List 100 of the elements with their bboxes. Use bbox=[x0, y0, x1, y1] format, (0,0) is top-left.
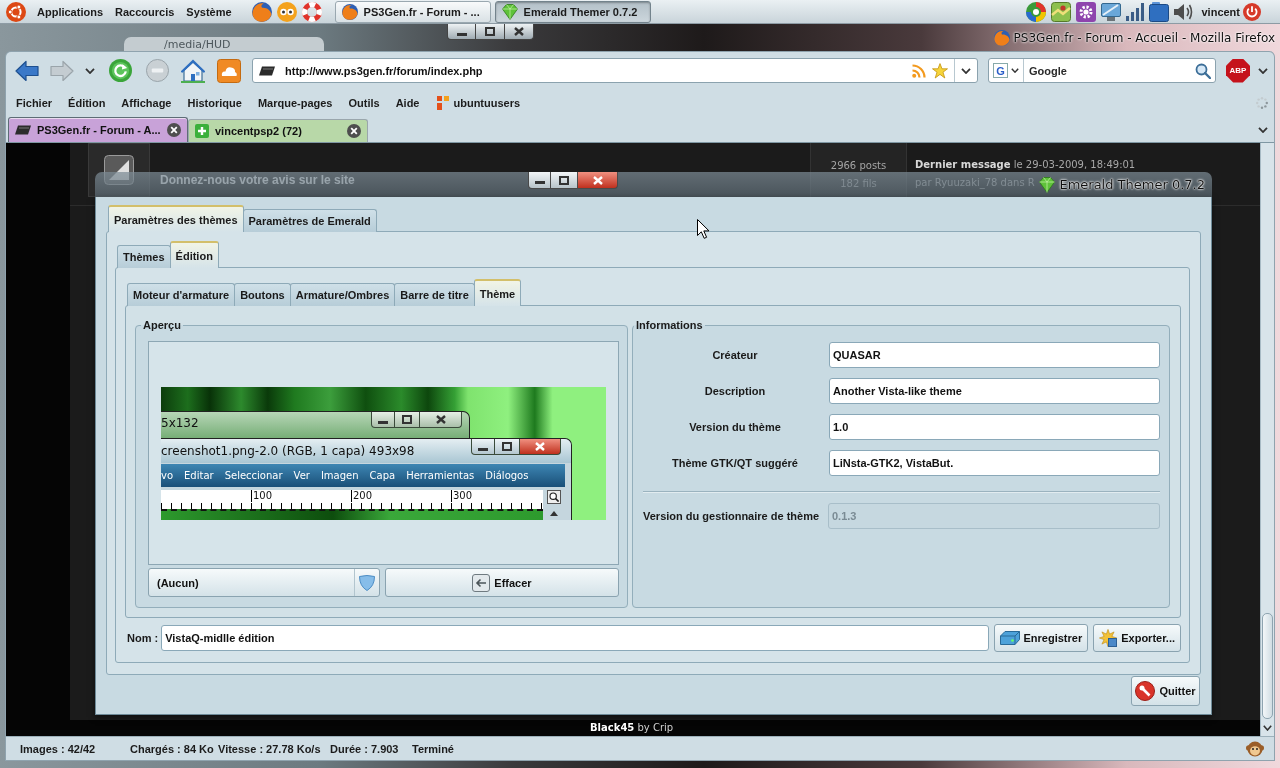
minimize-icon bbox=[456, 33, 467, 36]
user-name[interactable]: vincent bbox=[1201, 5, 1240, 18]
stats-text: 2966 posts bbox=[830, 160, 887, 171]
caret-icon[interactable] bbox=[1258, 67, 1268, 74]
caret-icon[interactable] bbox=[961, 67, 971, 74]
status-text: Chargés : 84 Ko bbox=[130, 742, 214, 755]
menu-item[interactable]: Outils bbox=[348, 95, 380, 111]
minimize-button[interactable] bbox=[447, 24, 476, 40]
tab[interactable]: Boutons bbox=[234, 283, 291, 306]
close-icon bbox=[514, 27, 524, 36]
tab[interactable]: Édition bbox=[169, 241, 219, 268]
scrollbar[interactable] bbox=[1260, 143, 1274, 736]
address-field[interactable]: http://www.ps3gen.fr/forum/index.php bbox=[285, 64, 912, 77]
tab[interactable]: Thème bbox=[473, 279, 522, 306]
field-label: Description bbox=[704, 385, 766, 397]
adblock-button[interactable]: ABP bbox=[1226, 58, 1250, 83]
save-button[interactable]: Enregistrer bbox=[993, 624, 1089, 652]
logo-icon[interactable] bbox=[6, 1, 26, 22]
console-icon bbox=[259, 65, 275, 76]
panel-menu[interactable]: Système bbox=[185, 3, 233, 20]
taskbar-button[interactable]: Emerald Themer 0.7.2 bbox=[494, 0, 651, 23]
gear-icon[interactable] bbox=[1076, 1, 1097, 22]
minimize-button[interactable] bbox=[528, 172, 551, 189]
text-field[interactable]: LiNsta-GTK2, VistaBut. bbox=[829, 450, 1160, 476]
caret-icon[interactable] bbox=[1258, 126, 1268, 133]
scroll-up-icon bbox=[550, 510, 558, 516]
close-icon[interactable] bbox=[347, 124, 361, 138]
tab[interactable]: Moteur d'armature bbox=[127, 283, 236, 306]
text-field[interactable]: 1.0 bbox=[829, 414, 1160, 440]
field-label: Thème GTK/QT suggéré bbox=[672, 457, 798, 469]
swirl-icon[interactable] bbox=[1026, 1, 1047, 22]
tab[interactable]: Paramètres de Emerald bbox=[242, 209, 377, 232]
engine-button[interactable]: G bbox=[989, 59, 1024, 82]
menu-label: vo bbox=[161, 469, 174, 481]
frame-title: Aperçu bbox=[142, 318, 182, 332]
eyes-icon[interactable] bbox=[276, 1, 297, 22]
menu-item[interactable]: Fichier bbox=[16, 95, 53, 111]
lifebuoy-icon[interactable] bbox=[301, 1, 322, 22]
address-bar[interactable]: http://www.ps3gen.fr/forum/index.php bbox=[252, 58, 978, 83]
tab[interactable]: Barre de titre bbox=[394, 283, 475, 306]
menu-item[interactable]: Aide bbox=[395, 95, 420, 111]
home-icon[interactable] bbox=[181, 58, 205, 83]
search-bar[interactable]: G Google bbox=[988, 58, 1216, 83]
map-icon[interactable] bbox=[1051, 1, 1072, 22]
footer-text: Black45 by Crip bbox=[590, 722, 674, 733]
maximize-button[interactable] bbox=[551, 172, 578, 189]
tab[interactable]: Thèmes bbox=[117, 245, 171, 268]
panel-menu[interactable]: Applications bbox=[36, 3, 104, 20]
browser-logo-icon[interactable] bbox=[251, 1, 272, 22]
arrow-box-icon bbox=[472, 573, 491, 592]
scroll-down-icon[interactable] bbox=[1263, 725, 1272, 731]
menu-item[interactable]: Historique bbox=[187, 95, 242, 111]
signal-bars-icon[interactable] bbox=[1126, 2, 1145, 21]
browser-logo-icon bbox=[341, 3, 358, 20]
monkey-icon[interactable] bbox=[1246, 740, 1264, 757]
browser-tab[interactable]: PS3Gen.fr - Forum - A... bbox=[8, 117, 188, 142]
close-button[interactable] bbox=[505, 24, 534, 40]
bookmark-link[interactable]: ubuntuusers bbox=[437, 96, 521, 110]
back-arrow-icon[interactable] bbox=[15, 59, 39, 82]
quit-button[interactable]: Quitter bbox=[1131, 676, 1200, 706]
scrollbar-thumb[interactable] bbox=[1262, 613, 1273, 719]
speaker-icon[interactable] bbox=[1174, 2, 1195, 21]
folder-icon[interactable] bbox=[1149, 1, 1170, 22]
close-icon bbox=[592, 175, 603, 185]
panel-menu[interactable]: Raccourcis bbox=[114, 3, 176, 20]
caret-icon[interactable] bbox=[85, 67, 95, 74]
menu-label: Imagen bbox=[320, 469, 359, 481]
text-field[interactable]: QUASAR bbox=[829, 342, 1160, 368]
browser-tab[interactable]: vincentpsp2 (72) bbox=[188, 119, 368, 142]
gem-icon bbox=[1039, 176, 1056, 193]
throbber-icon bbox=[1256, 97, 1268, 109]
window-title: 5x132 bbox=[161, 415, 199, 430]
cloud-tile-icon[interactable] bbox=[217, 58, 241, 83]
search-field[interactable]: Google bbox=[1029, 64, 1195, 77]
taskbar-button[interactable]: PS3Gen.fr - Forum - ... bbox=[334, 0, 491, 23]
tab[interactable]: Paramètres des thèmes bbox=[108, 205, 244, 232]
theme-picker[interactable]: (Aucun) bbox=[148, 568, 380, 597]
text-field[interactable]: Another Vista-like theme bbox=[829, 378, 1160, 404]
maximize-button[interactable] bbox=[476, 24, 505, 40]
status-text: Durée : 7.903 bbox=[330, 742, 399, 755]
menu-item[interactable]: Affichage bbox=[121, 95, 172, 111]
monitor-icon[interactable] bbox=[1101, 2, 1122, 21]
close-icon[interactable] bbox=[167, 123, 181, 137]
field-label: Créateur bbox=[712, 349, 758, 361]
close-button[interactable] bbox=[578, 172, 618, 189]
menu-item[interactable]: Marque-pages bbox=[257, 95, 333, 111]
browser-logo-icon bbox=[993, 30, 1010, 46]
mouse-pointer-icon bbox=[697, 219, 710, 239]
export-button[interactable]: Exporter... bbox=[1093, 624, 1181, 652]
name-field[interactable]: VistaQ-midlle édition bbox=[161, 625, 989, 651]
clear-button[interactable]: Effacer bbox=[385, 568, 619, 597]
status-text: Terminé bbox=[412, 742, 454, 755]
star-icon[interactable] bbox=[932, 62, 948, 79]
tab[interactable]: Armature/Ombres bbox=[289, 283, 396, 306]
maximize-icon bbox=[559, 175, 569, 185]
reload-icon[interactable] bbox=[109, 59, 132, 82]
power-icon[interactable] bbox=[1243, 2, 1261, 21]
menu-item[interactable]: Édition bbox=[68, 95, 106, 111]
menu-label: Ver bbox=[293, 469, 310, 481]
search-icon[interactable] bbox=[1195, 62, 1211, 79]
